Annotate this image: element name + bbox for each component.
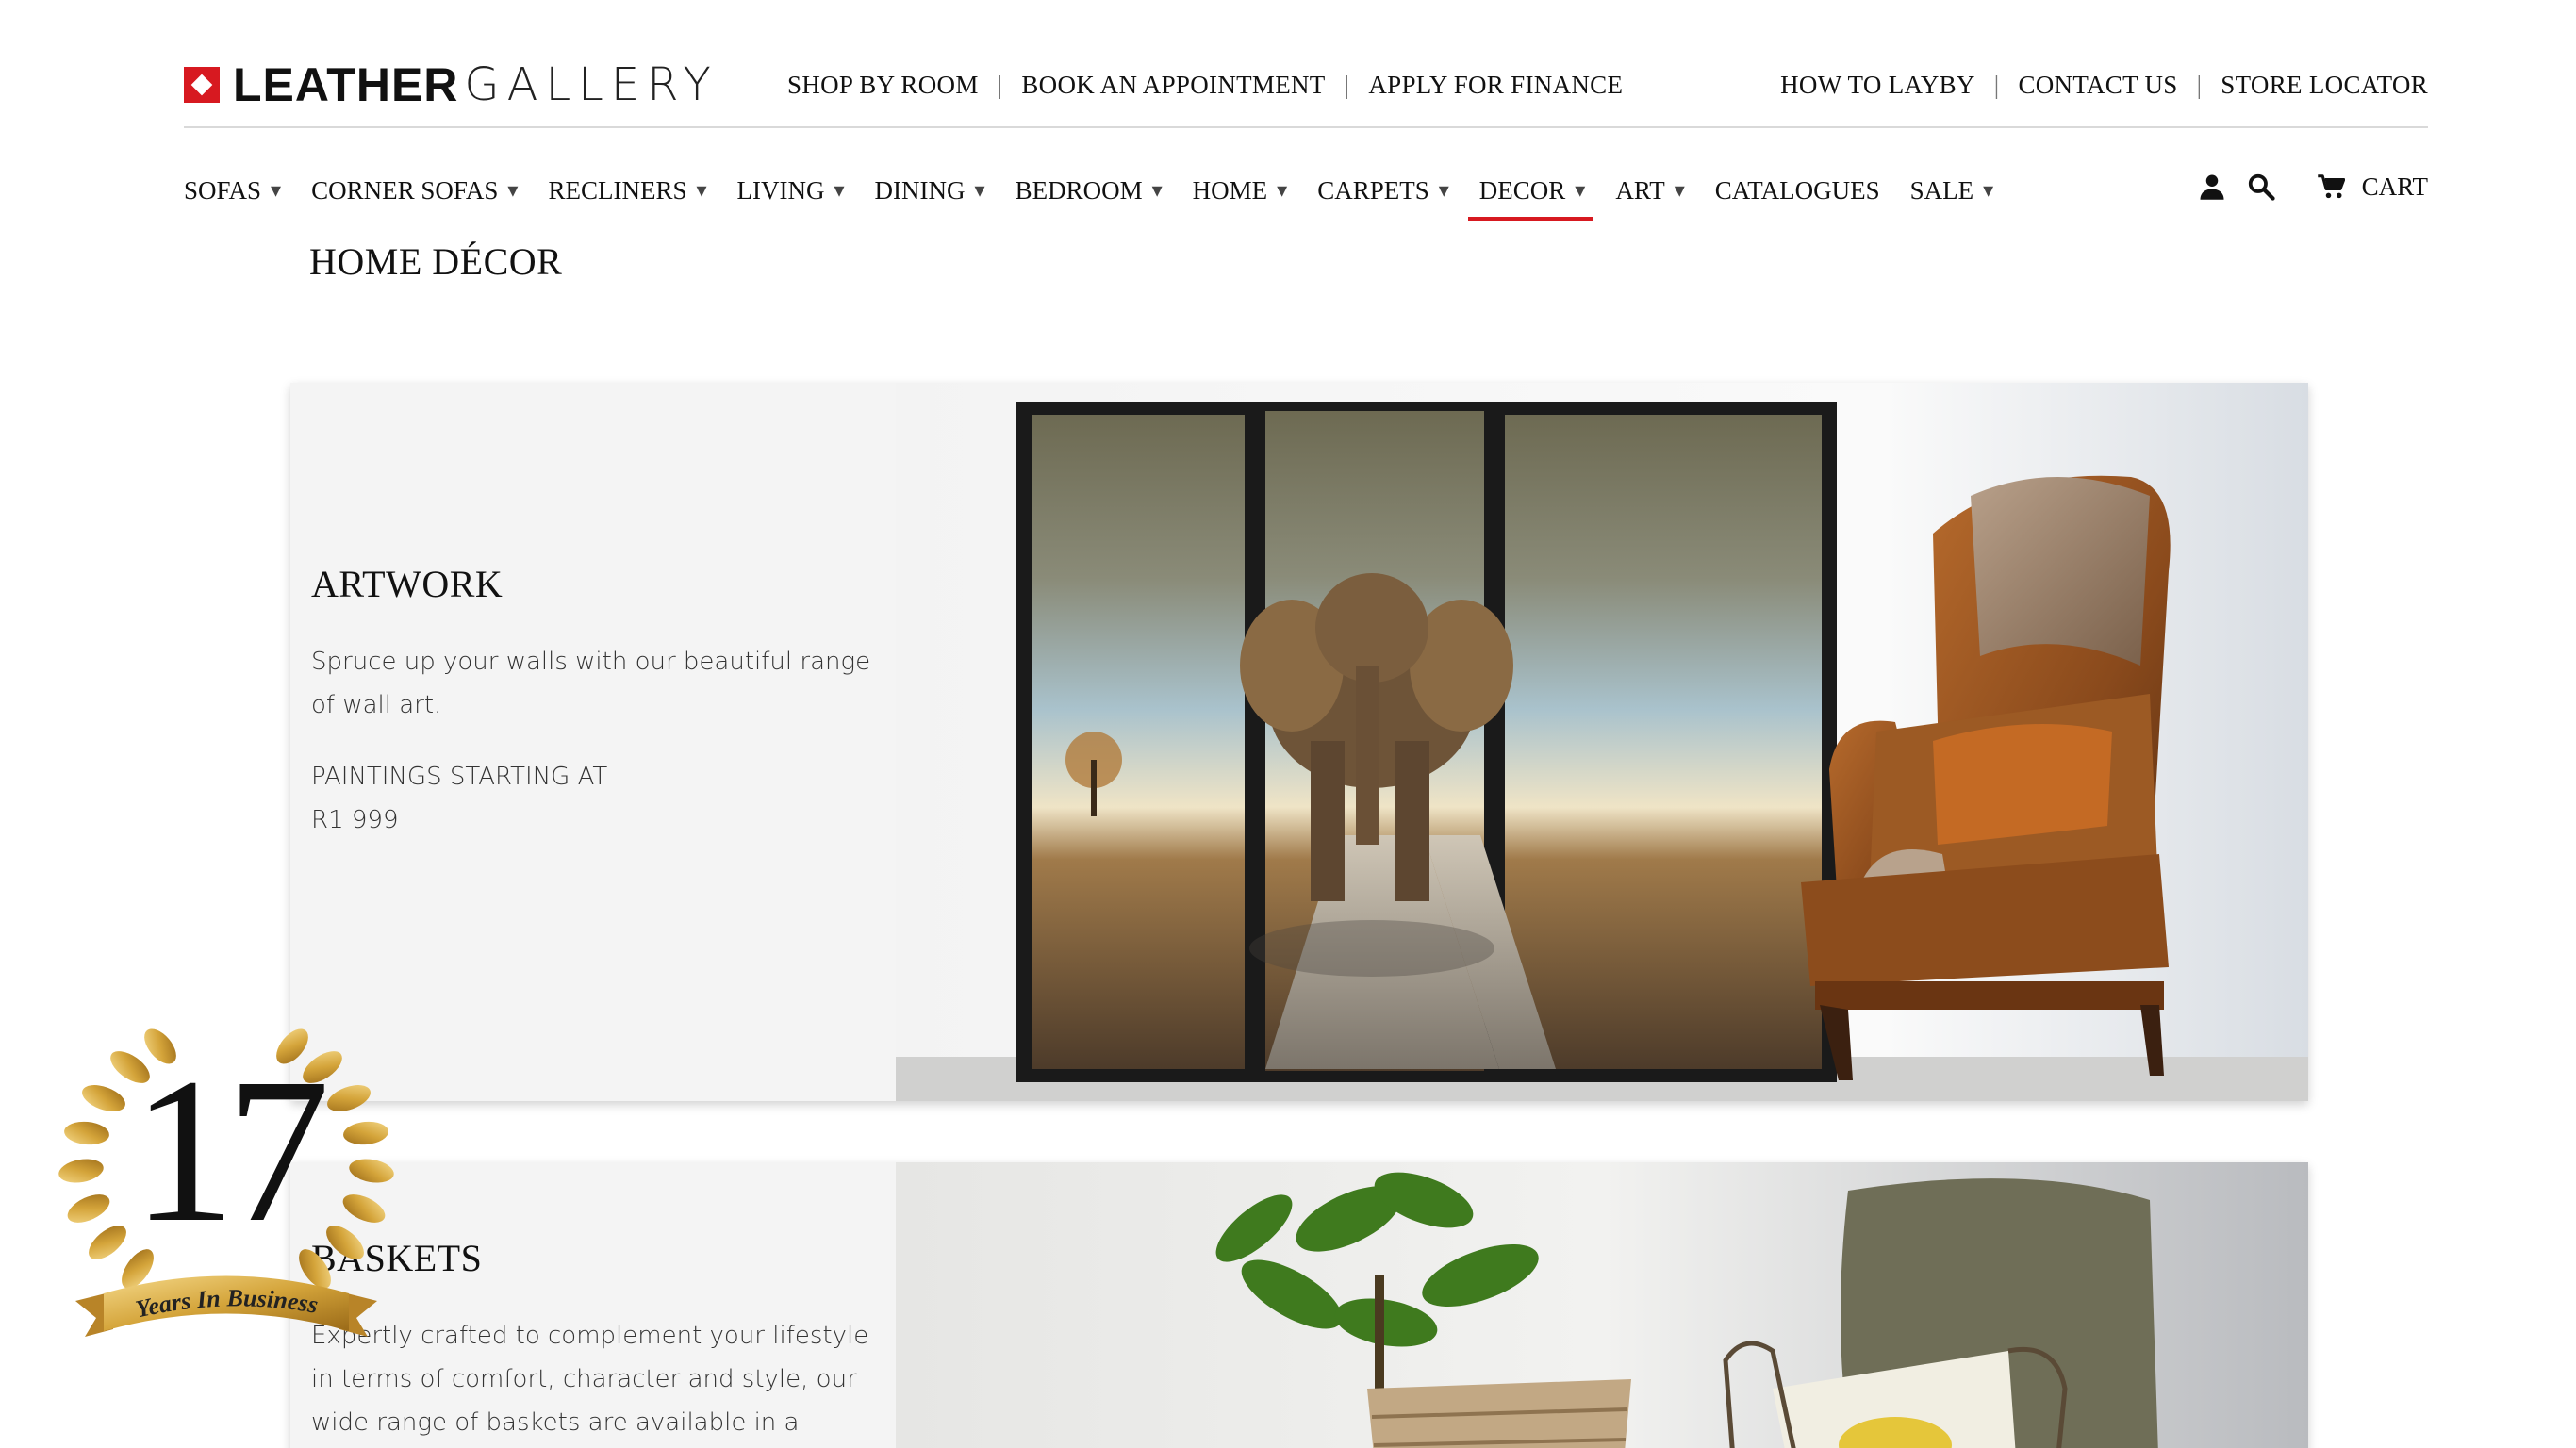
dropdown-arrow-icon: ▾ [974, 178, 985, 202]
nav-item-recliners[interactable]: RECLINERS ▾ [548, 162, 706, 219]
badge-ribbon: Years In Business [133, 1284, 320, 1323]
utility-nav-left: SHOP BY ROOM | BOOK AN APPOINTMENT | APP… [787, 60, 1623, 109]
nav-label: BEDROOM [1015, 175, 1143, 205]
years-in-business-badge: 17 Years In Business [57, 1018, 396, 1358]
dropdown-arrow-icon: ▾ [1575, 178, 1586, 202]
nav-label: CATALOGUES [1714, 175, 1880, 205]
nav-item-corner-sofas[interactable]: CORNER SOFAS ▾ [311, 162, 518, 219]
nav-item-home[interactable]: HOME ▾ [1193, 162, 1288, 219]
cart-icon [2317, 174, 2345, 199]
category-price: PAINTINGS STARTING AT R1 999 [311, 755, 877, 842]
baskets-image[interactable] [896, 1162, 2308, 1448]
cart-button[interactable]: CART [2317, 173, 2428, 202]
utility-nav-right: HOW TO LAYBY | CONTACT US | STORE LOCATO… [1780, 60, 2428, 109]
nav-label: SALE [1909, 175, 1974, 205]
logo-text-light: GALLERY [464, 58, 718, 111]
category-description: Expertly crafted to complement your life… [311, 1322, 869, 1437]
apply-finance-link[interactable]: APPLY FOR FINANCE [1368, 71, 1623, 100]
page-title: HOME DÉCOR [309, 240, 563, 283]
nav-item-sale[interactable]: SALE ▾ [1910, 162, 1994, 219]
search-icon[interactable] [2247, 173, 2275, 201]
shop-by-room-link[interactable]: SHOP BY ROOM [787, 71, 979, 100]
logo-diamond-icon [184, 67, 220, 103]
dropdown-arrow-icon: ▾ [1983, 178, 1994, 202]
nav-item-dining[interactable]: DINING ▾ [875, 162, 985, 219]
book-appointment-link[interactable]: BOOK AN APPOINTMENT [1021, 71, 1325, 100]
nav-separator: | [2196, 70, 2203, 99]
dropdown-arrow-icon: ▾ [271, 178, 282, 202]
dropdown-arrow-icon: ▾ [1277, 178, 1288, 202]
card-text: ARTWORK Spruce up your walls with our be… [311, 562, 877, 842]
nav-separator: | [1344, 70, 1350, 99]
artwork-image[interactable] [896, 383, 2308, 1101]
top-header: LEATHER GALLERY SHOP BY ROOM | BOOK AN A… [184, 47, 2428, 128]
store-locator-link[interactable]: STORE LOCATOR [2221, 71, 2428, 100]
nav-label: RECLINERS [548, 175, 687, 205]
category-description: Spruce up your walls with our beautiful … [311, 648, 871, 719]
how-to-layby-link[interactable]: HOW TO LAYBY [1780, 71, 1975, 100]
category-title[interactable]: ARTWORK [311, 562, 877, 606]
dropdown-arrow-icon: ▾ [696, 178, 707, 202]
dropdown-arrow-icon: ▾ [834, 178, 845, 202]
category-card-artwork[interactable]: ARTWORK Spruce up your walls with our be… [290, 383, 2308, 1101]
nav-label: DECOR [1478, 175, 1566, 205]
nav-item-bedroom[interactable]: BEDROOM ▾ [1016, 162, 1163, 219]
card-text: BASKETS Expertly crafted to complement y… [311, 1236, 877, 1448]
nav-item-art[interactable]: ART ▾ [1615, 162, 1684, 219]
logo-text-bold: LEATHER [233, 58, 459, 111]
nav-item-living[interactable]: LIVING ▾ [737, 162, 845, 219]
header-tools: CART [2177, 158, 2428, 215]
nav-separator: | [997, 70, 1003, 99]
nav-label: ART [1615, 175, 1665, 205]
nav-label: CARPETS [1317, 175, 1429, 205]
price-value: R1 999 [311, 806, 399, 834]
cart-label: CART [2361, 172, 2428, 201]
nav-label: SOFAS [184, 175, 262, 205]
nav-label: HOME [1192, 175, 1268, 205]
category-title[interactable]: BASKETS [311, 1236, 877, 1280]
nav-item-decor[interactable]: DECOR ▾ [1467, 162, 1593, 221]
nav-separator: | [1993, 70, 2000, 99]
dropdown-arrow-icon: ▾ [1438, 178, 1449, 202]
main-nav: SOFAS ▾ CORNER SOFAS ▾ RECLINERS ▾ LIVING ▾ … [184, 162, 2023, 221]
badge-ribbon-text: Years In Business [133, 1284, 320, 1323]
dropdown-arrow-icon: ▾ [1674, 178, 1685, 202]
nav-item-carpets[interactable]: CARPETS ▾ [1317, 162, 1449, 219]
dropdown-arrow-icon: ▾ [507, 178, 519, 202]
category-card-baskets[interactable]: BASKETS Expertly crafted to complement y… [290, 1162, 2308, 1448]
nav-item-sofas[interactable]: SOFAS ▾ [184, 162, 281, 219]
site-logo[interactable]: LEATHER GALLERY [184, 57, 718, 113]
contact-us-link[interactable]: CONTACT US [2018, 71, 2177, 100]
nav-label: LIVING [736, 175, 825, 205]
price-label: PAINTINGS STARTING AT [311, 763, 608, 791]
nav-label: DINING [874, 175, 966, 205]
nav-label: CORNER SOFAS [311, 175, 499, 205]
user-icon[interactable] [2198, 173, 2226, 201]
nav-item-catalogues[interactable]: CATALOGUES [1715, 162, 1880, 219]
dropdown-arrow-icon: ▾ [1151, 178, 1163, 202]
